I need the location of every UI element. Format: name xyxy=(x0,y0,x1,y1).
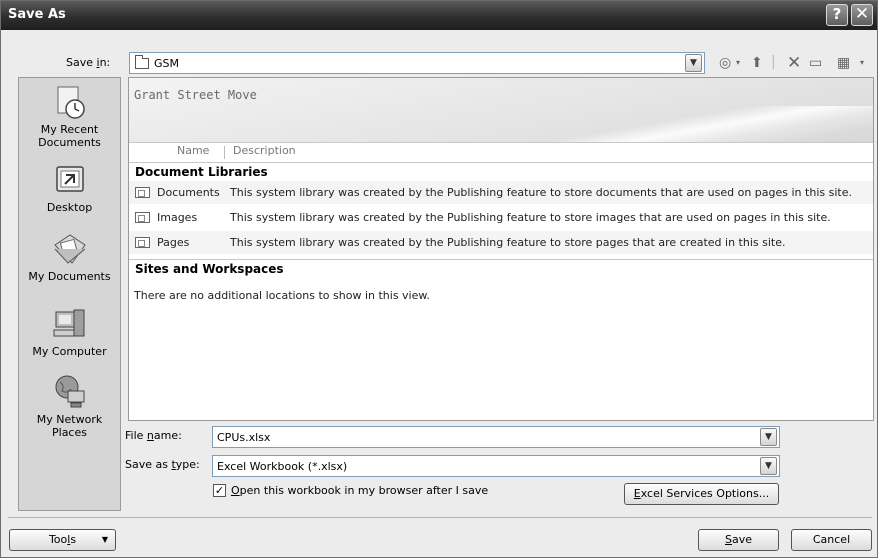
save-as-dialog: Save As ? ✕ Save in: GSM ▼ ◎ ▾ ⬆ | ✕ ▭ ▦… xyxy=(0,0,878,558)
open-in-browser-checkbox[interactable]: ✓ xyxy=(213,484,226,497)
save-as-type-select[interactable]: Excel Workbook (*.xlsx) ▼ xyxy=(212,455,780,477)
save-in-combo[interactable]: GSM ▼ xyxy=(129,52,705,74)
column-header-name[interactable]: Name xyxy=(177,144,209,159)
place-label: My Computer xyxy=(32,345,107,358)
empty-message: There are no additional locations to sho… xyxy=(134,289,430,302)
chevron-down-icon[interactable]: ▼ xyxy=(760,428,777,446)
my-computer-icon xyxy=(52,306,88,342)
item-description: This system library was created by the P… xyxy=(230,186,852,199)
save-in-label: Save in: xyxy=(66,56,111,69)
back-dropdown-icon[interactable]: ▾ xyxy=(736,54,740,72)
item-name: Pages xyxy=(157,236,190,249)
item-description: This system library was created by the P… xyxy=(230,236,786,249)
views-dropdown-icon[interactable]: ▾ xyxy=(860,54,864,72)
item-name: Images xyxy=(157,211,198,224)
place-label: My Network Places xyxy=(36,413,103,439)
back-icon[interactable]: ◎ xyxy=(719,54,731,72)
help-icon: ? xyxy=(832,5,842,23)
list-item[interactable]: Pages This system library was created by… xyxy=(129,231,873,254)
save-as-type-value: Excel Workbook (*.xlsx) xyxy=(217,460,348,473)
places-bar: My Recent Documents Desktop My Documents… xyxy=(18,77,121,511)
save-as-type-label: Save as type: xyxy=(125,458,200,471)
place-network-places[interactable]: My Network Places xyxy=(19,374,120,439)
folder-icon xyxy=(135,55,149,69)
footer-divider xyxy=(8,517,872,518)
place-label: My Documents xyxy=(28,270,111,283)
open-in-browser-label[interactable]: Open this workbook in my browser after I… xyxy=(231,484,488,497)
close-icon: ✕ xyxy=(854,4,870,24)
group-heading-sites-workspaces: Sites and Workspaces xyxy=(129,259,873,277)
place-label: Desktop xyxy=(46,201,93,214)
place-my-documents[interactable]: My Documents xyxy=(19,231,120,283)
list-item[interactable]: Images This system library was created b… xyxy=(129,206,873,229)
close-button[interactable]: ✕ xyxy=(851,4,873,26)
new-folder-icon[interactable]: ▭ xyxy=(809,54,822,72)
item-name: Documents xyxy=(157,186,220,199)
chevron-down-icon: ▼ xyxy=(101,535,108,544)
site-header: Grant Street Move xyxy=(129,78,873,143)
place-desktop[interactable]: Desktop xyxy=(19,162,120,214)
site-browser-pane: Grant Street Move Name Description Docum… xyxy=(128,77,874,421)
column-divider xyxy=(224,146,225,159)
recent-documents-icon xyxy=(52,84,88,120)
header-decoration xyxy=(529,106,873,142)
file-name-label: File name: xyxy=(125,429,182,442)
place-label: My Recent Documents xyxy=(38,123,101,149)
excel-services-options-button[interactable]: Excel Services Options... xyxy=(624,483,779,505)
save-button[interactable]: Save xyxy=(698,529,779,551)
file-name-field[interactable]: CPUs.xlsx ▼ xyxy=(212,426,780,448)
network-places-icon xyxy=(52,374,88,410)
help-button[interactable]: ? xyxy=(826,4,848,26)
cancel-button[interactable]: Cancel xyxy=(791,529,872,551)
list-item[interactable]: Documents This system library was create… xyxy=(129,181,873,204)
chevron-down-icon[interactable]: ▼ xyxy=(685,54,702,72)
views-icon[interactable]: ▦ xyxy=(837,54,850,72)
library-icon xyxy=(135,237,150,248)
dialog-title: Save As xyxy=(8,7,66,22)
desktop-icon xyxy=(52,162,88,198)
up-one-level-icon[interactable]: ⬆ xyxy=(751,54,763,72)
library-icon xyxy=(135,187,150,198)
place-my-computer[interactable]: My Computer xyxy=(19,306,120,358)
file-name-value: CPUs.xlsx xyxy=(217,431,271,444)
group-heading-document-libraries: Document Libraries xyxy=(129,162,873,180)
site-title: Grant Street Move xyxy=(134,88,257,102)
library-icon xyxy=(135,212,150,223)
tools-button[interactable]: Tools ▼ xyxy=(9,529,116,551)
toolbar-divider: | xyxy=(771,54,776,70)
chevron-down-icon[interactable]: ▼ xyxy=(760,457,777,475)
my-documents-icon xyxy=(52,231,88,267)
place-recent-documents[interactable]: My Recent Documents xyxy=(19,84,120,149)
column-header-description[interactable]: Description xyxy=(233,144,296,159)
delete-icon[interactable]: ✕ xyxy=(787,54,801,72)
save-in-value: GSM xyxy=(154,57,179,70)
title-bar: Save As ? ✕ xyxy=(1,1,877,30)
item-description: This system library was created by the P… xyxy=(230,211,831,224)
